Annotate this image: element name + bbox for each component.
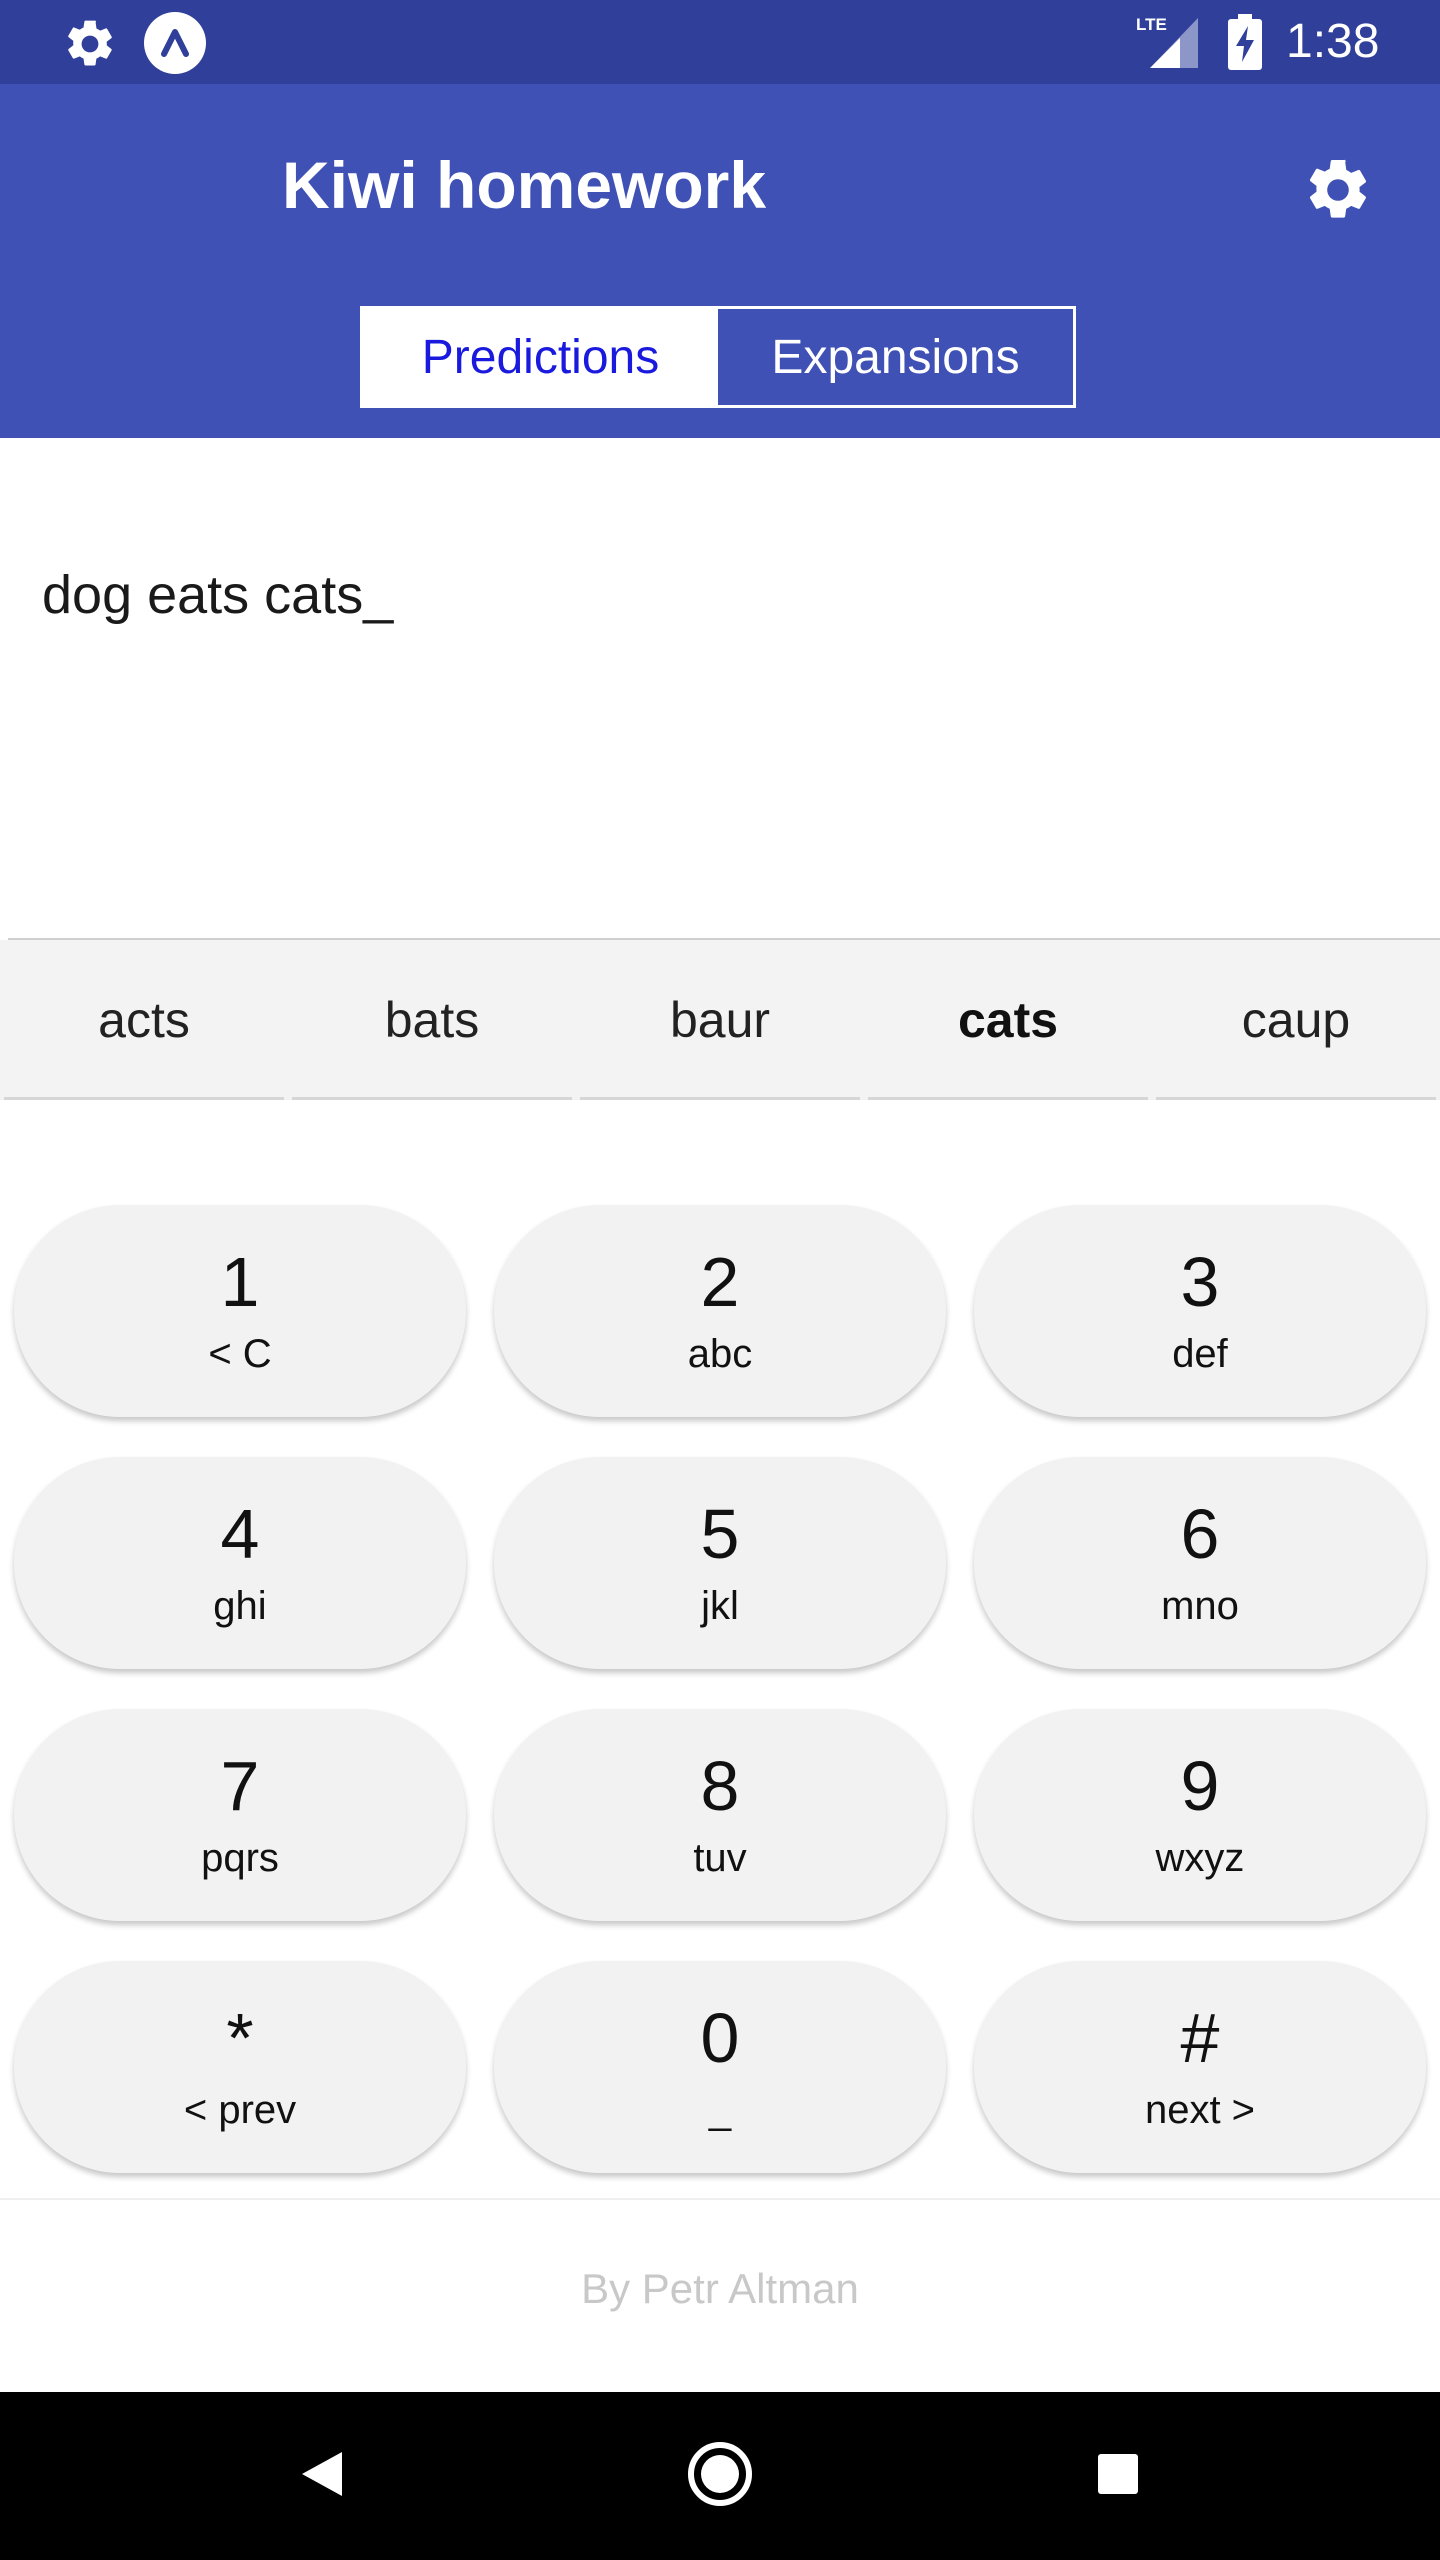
suggestion-item-selected[interactable]: cats: [864, 940, 1152, 1100]
home-button[interactable]: [670, 2426, 770, 2526]
key-digit: 7: [220, 1747, 260, 1825]
key-digit: 6: [1180, 1495, 1220, 1573]
key-digit: *: [226, 1999, 254, 2077]
key-digit: 8: [700, 1747, 740, 1825]
key-letters: < C: [208, 1332, 272, 1376]
author-credit: By Petr Altman: [581, 2265, 859, 2312]
key-digit: 2: [700, 1243, 740, 1321]
key-9[interactable]: 9 wxyz: [974, 1709, 1426, 1921]
key-letters: < prev: [183, 2088, 297, 2132]
system-nav-bar: [0, 2392, 1440, 2560]
key-3[interactable]: 3 def: [974, 1205, 1426, 1417]
battery-charging-icon: [1228, 14, 1262, 70]
key-letters: pqrs: [201, 1836, 279, 1880]
status-bar: LTE 1:38: [0, 0, 1440, 84]
t9-keypad: 1 < C 2 abc 3 def 4 ghi 5 jkl 6 mno 7 pq…: [14, 1205, 1426, 2173]
key-letters: _: [708, 2088, 732, 2132]
key-5[interactable]: 5 jkl: [494, 1457, 946, 1669]
key-7[interactable]: 7 pqrs: [14, 1709, 466, 1921]
typed-text-display: dog eats cats_: [42, 565, 394, 625]
key-4[interactable]: 4 ghi: [14, 1457, 466, 1669]
settings-button[interactable]: [1290, 144, 1386, 240]
back-icon: [298, 2448, 346, 2505]
suggestion-bar: acts bats baur cats caup: [0, 940, 1440, 1100]
key-0-space[interactable]: 0 _: [494, 1961, 946, 2173]
svg-text:LTE: LTE: [1136, 15, 1167, 34]
app-notification-icon: [144, 12, 206, 74]
key-digit: 4: [220, 1495, 260, 1573]
key-letters: wxyz: [1155, 1836, 1245, 1880]
gear-icon: [1302, 154, 1374, 231]
key-6[interactable]: 6 mno: [974, 1457, 1426, 1669]
key-letters: jkl: [701, 1584, 739, 1628]
key-digit: #: [1180, 1999, 1220, 2077]
key-hash-next[interactable]: # next >: [974, 1961, 1426, 2173]
divider: [0, 2198, 1440, 2200]
mode-segmented-control: Predictions Expansions: [360, 306, 1076, 408]
key-8[interactable]: 8 tuv: [494, 1709, 946, 1921]
gear-icon: [62, 16, 118, 72]
lte-signal-icon: LTE: [1136, 14, 1200, 70]
suggestion-item[interactable]: bats: [288, 940, 576, 1100]
key-1[interactable]: 1 < C: [14, 1205, 466, 1417]
suggestion-item[interactable]: baur: [576, 940, 864, 1100]
key-letters: next >: [1144, 2088, 1256, 2132]
recents-button[interactable]: [1068, 2426, 1168, 2526]
clock: 1:38: [1286, 15, 1380, 68]
key-letters: ghi: [213, 1584, 267, 1628]
tab-predictions[interactable]: Predictions: [363, 309, 718, 405]
key-letters: def: [1172, 1332, 1228, 1376]
key-letters: abc: [687, 1332, 753, 1376]
key-digit: 9: [1180, 1747, 1220, 1825]
recents-icon: [1096, 2452, 1140, 2501]
back-button[interactable]: [272, 2426, 372, 2526]
tab-expansions[interactable]: Expansions: [718, 309, 1073, 405]
key-letters: mno: [1161, 1584, 1239, 1628]
key-digit: 0: [700, 1999, 740, 2077]
key-letters: tuv: [693, 1836, 747, 1880]
app-title: Kiwi homework: [282, 148, 767, 222]
home-icon: [686, 2440, 754, 2513]
suggestion-item[interactable]: caup: [1152, 940, 1440, 1100]
key-star-prev[interactable]: * < prev: [14, 1961, 466, 2173]
suggestion-item[interactable]: acts: [0, 940, 288, 1100]
key-digit: 3: [1180, 1243, 1220, 1321]
app-bar: Kiwi homework Predictions Expansions: [0, 84, 1440, 438]
key-digit: 5: [700, 1495, 740, 1573]
key-2[interactable]: 2 abc: [494, 1205, 946, 1417]
key-digit: 1: [220, 1243, 260, 1321]
